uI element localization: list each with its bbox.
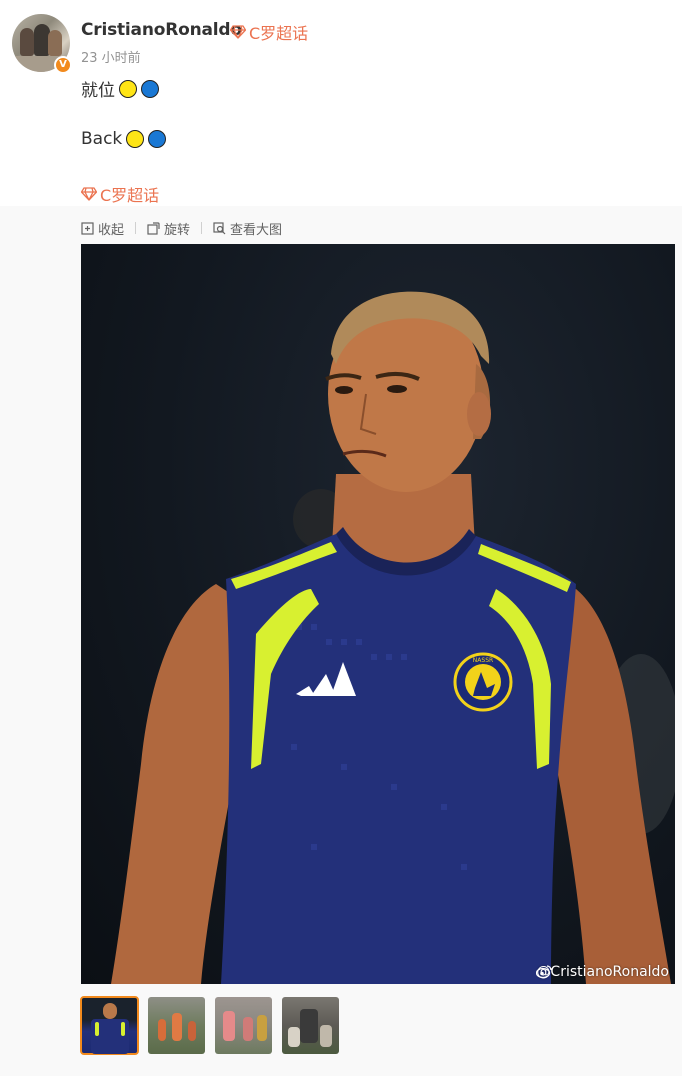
username[interactable]: CristianoRonaldo: [81, 20, 242, 40]
divider: [201, 222, 203, 234]
supertopic-label: C罗超话: [249, 24, 309, 43]
badge-text: NASSR: [473, 657, 493, 664]
thumbnail-3[interactable]: [215, 997, 272, 1054]
post-text: Back: [81, 129, 123, 149]
divider: [135, 222, 137, 234]
weibo-icon: [536, 965, 553, 978]
rotate-icon: [147, 221, 160, 235]
collapse-button[interactable]: 收起: [81, 219, 124, 238]
collapse-icon: [81, 221, 94, 235]
diamond-icon: [230, 25, 246, 39]
rotate-label: 旋转: [164, 222, 191, 238]
post-text-line: 就位: [81, 76, 159, 101]
media-toolbar: 收起 旋转 查看大图: [81, 219, 282, 238]
supertopic-tag[interactable]: C罗超话: [230, 20, 308, 44]
collapse-label: 收起: [98, 222, 125, 238]
verified-icon: V: [54, 56, 72, 74]
watermark: @CristianoRonaldo: [536, 964, 669, 980]
yellow-circle-emoji: [119, 79, 137, 98]
post-text-line: Back: [81, 129, 167, 149]
thumbnail-2[interactable]: [148, 997, 205, 1054]
magnify-icon: [213, 221, 226, 234]
yellow-circle-emoji: [126, 130, 145, 148]
post-text: 就位: [81, 81, 115, 101]
thumbnail-strip: [80, 996, 339, 1055]
view-large-button[interactable]: 查看大图: [213, 219, 282, 238]
diamond-icon: [81, 187, 97, 201]
view-large-label: 查看大图: [230, 222, 283, 238]
player-illustration: NASSR: [111, 291, 675, 984]
blue-circle-emoji: [141, 79, 159, 98]
topic-link[interactable]: C罗超话: [81, 182, 159, 206]
main-photo[interactable]: NASSR @CristianoRonaldo: [81, 244, 675, 984]
timestamp[interactable]: 23 小时前: [81, 47, 141, 66]
thumbnail-4[interactable]: [282, 997, 339, 1054]
blue-circle-emoji: [148, 130, 167, 148]
post-header: V CristianoRonaldo C罗超话 23 小时前: [12, 14, 672, 74]
rotate-button[interactable]: 旋转: [147, 219, 190, 238]
topic-link-label: C罗超话: [100, 186, 160, 205]
watermark-text: @CristianoRonaldo: [536, 964, 669, 980]
thumbnail-1[interactable]: [80, 996, 139, 1055]
